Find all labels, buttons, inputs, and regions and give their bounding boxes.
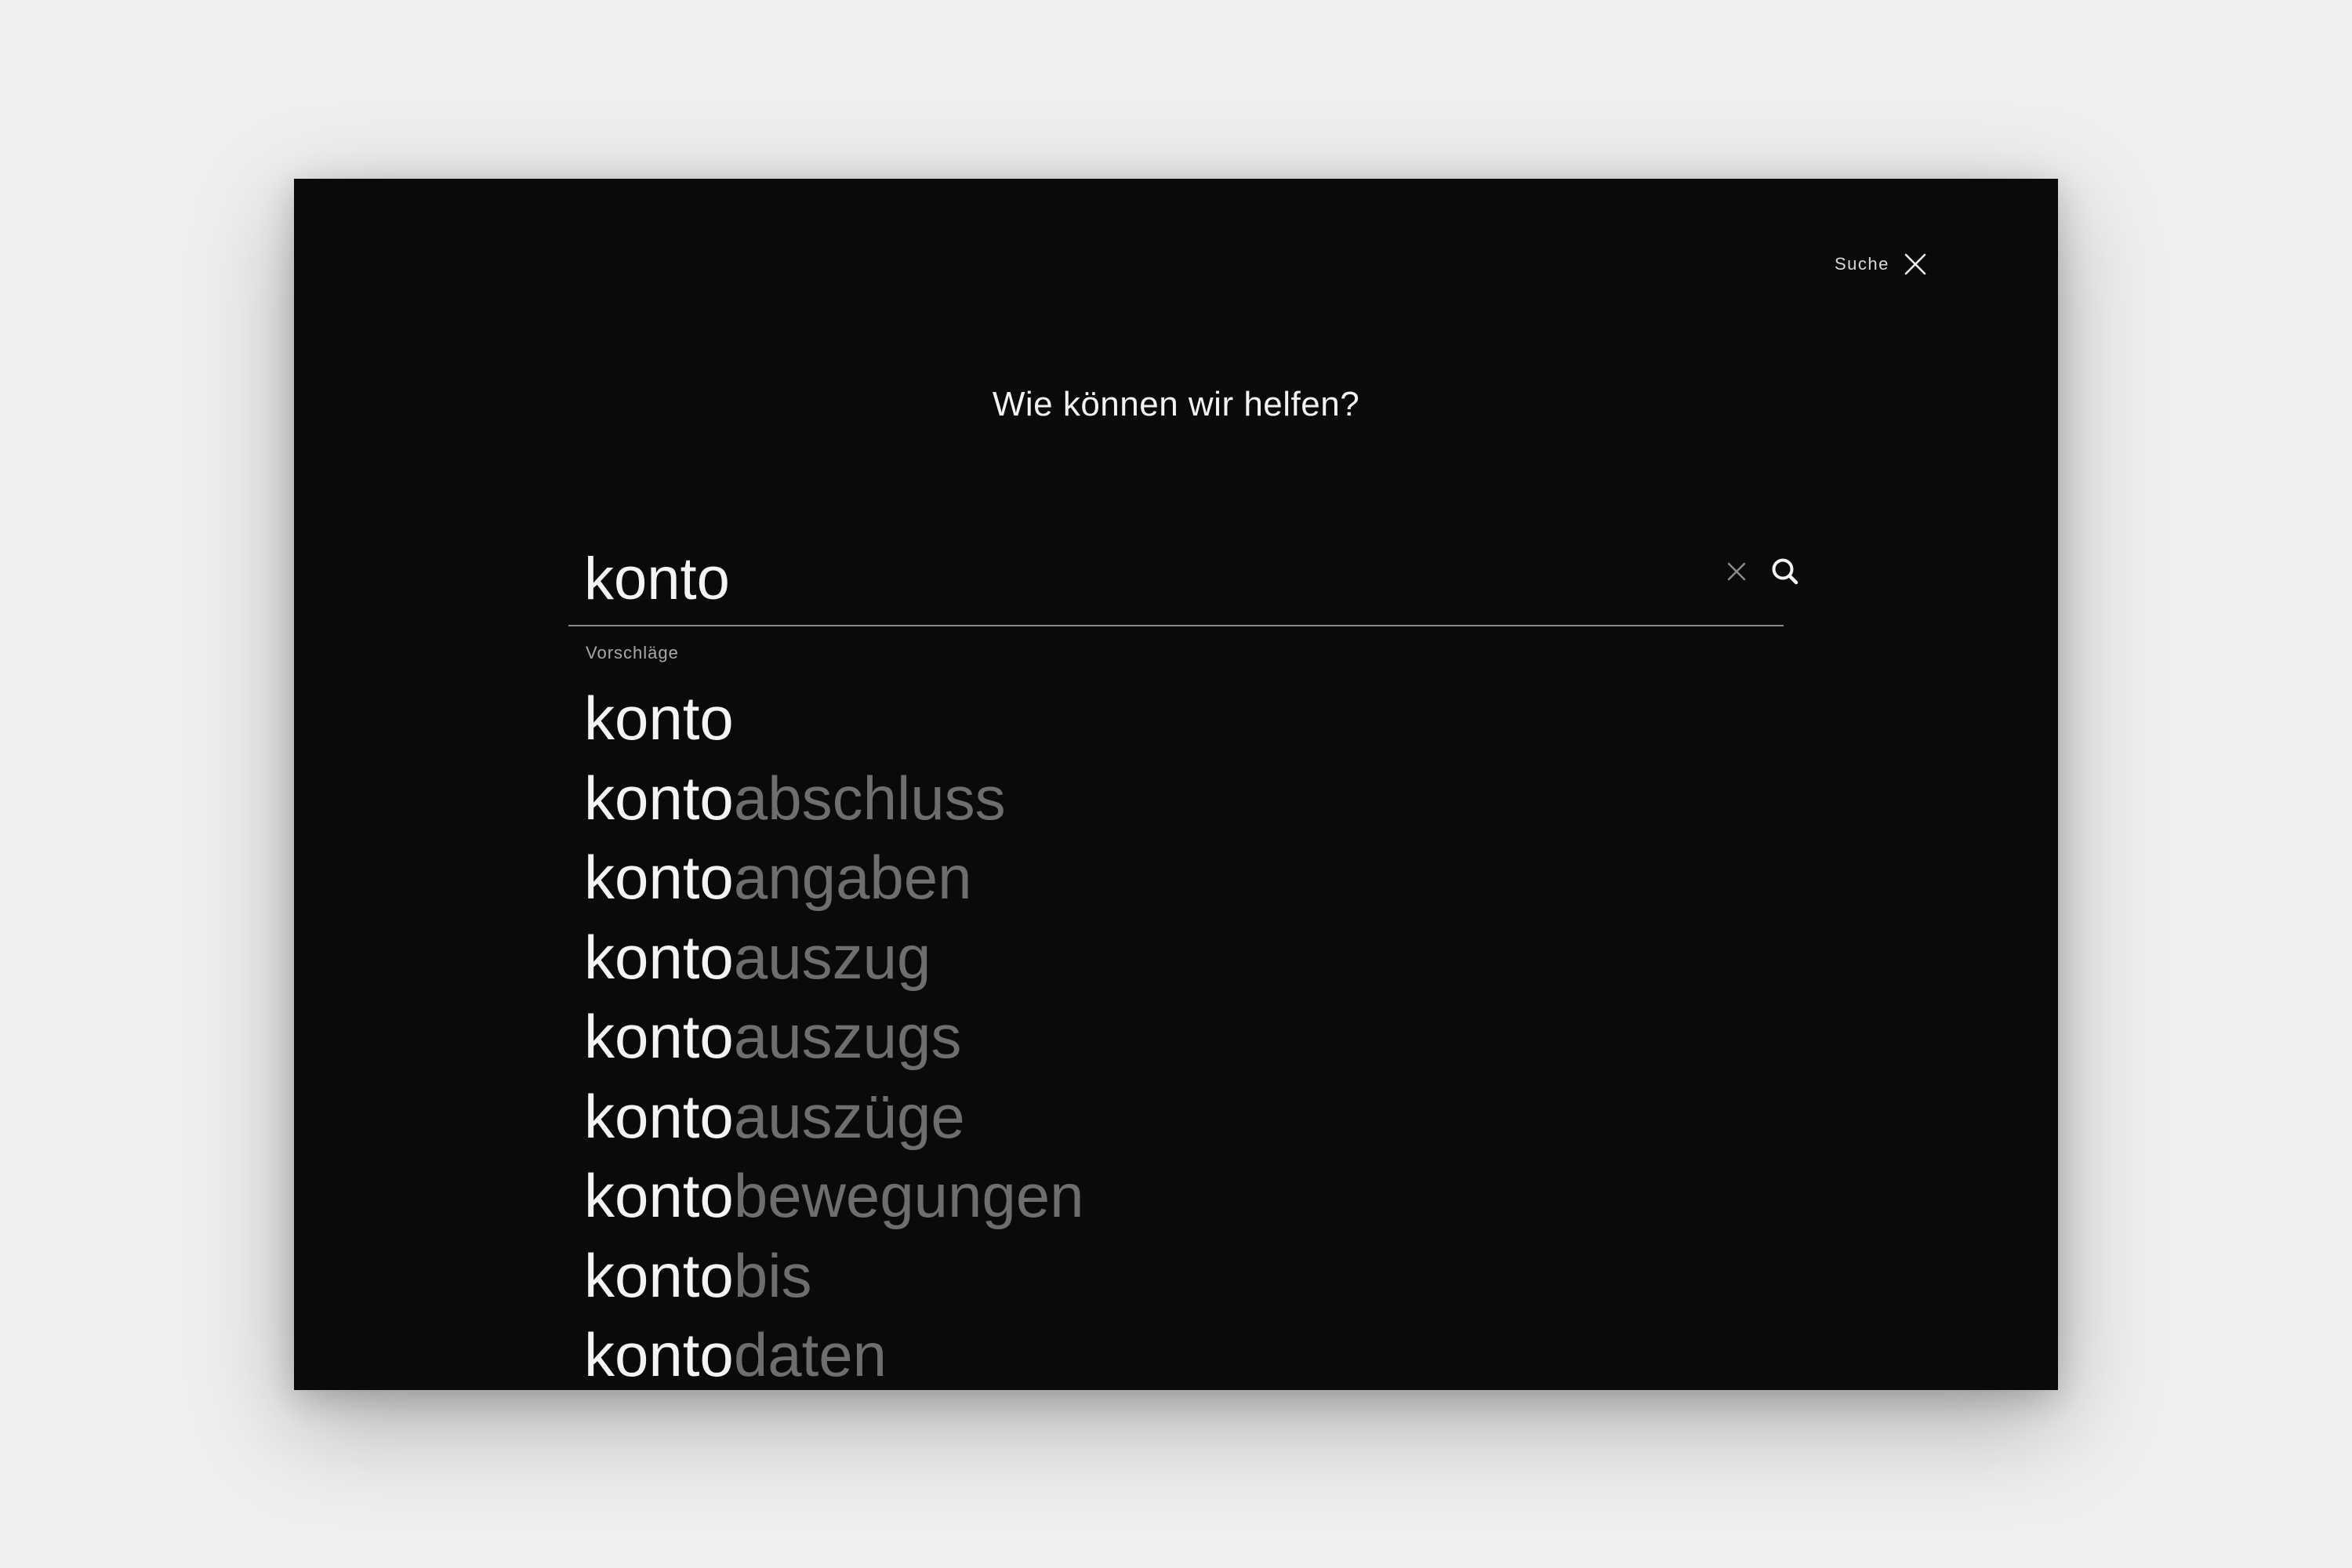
suggestion-item[interactable]: kontoabschluss xyxy=(584,759,1084,839)
page-title: Wie können wir helfen? xyxy=(992,385,1360,423)
clear-search-button[interactable] xyxy=(1721,556,1752,587)
suggestion-completion-text: bewegungen xyxy=(733,1161,1084,1230)
search-submit-button[interactable] xyxy=(1766,553,1804,590)
suggestion-item[interactable]: kontobis xyxy=(584,1236,1084,1316)
suggestion-completion-text: abschluss xyxy=(733,763,1006,833)
suggestion-completion-text: auszug xyxy=(733,922,931,992)
suggestion-item[interactable]: kontoauszugs xyxy=(584,997,1084,1077)
search-icon xyxy=(1772,558,1798,585)
suggestion-typed-text: konto xyxy=(584,1002,734,1071)
suggestion-completion-text: auszugs xyxy=(733,1002,962,1071)
suggestion-typed-text: konto xyxy=(584,1081,734,1151)
suggestion-item[interactable]: kontobewegungen xyxy=(584,1156,1084,1236)
suggestion-completion-text: bis xyxy=(733,1240,812,1310)
suggestions-list: konto kontoabschluss kontoangaben kontoa… xyxy=(584,679,1084,1390)
suggestion-completion-text: auszüge xyxy=(733,1081,965,1151)
search-overlay: Suche Wie können wir helfen? Vorschläge … xyxy=(294,179,2058,1390)
suggestion-item[interactable]: kontoauszug xyxy=(584,918,1084,998)
suggestion-typed-text: konto xyxy=(584,843,734,912)
suggestion-typed-text: konto xyxy=(584,922,734,992)
suggestion-item[interactable]: kontoangaben xyxy=(584,838,1084,918)
suggestion-item[interactable]: kontoauszüge xyxy=(584,1077,1084,1157)
suggestion-completion-text: angaben xyxy=(733,843,972,912)
suggestions-heading: Vorschläge xyxy=(586,643,679,662)
close-icon[interactable] xyxy=(1904,252,1927,276)
clear-icon xyxy=(1727,562,1746,581)
search-input[interactable] xyxy=(584,540,1682,619)
close-search-label: Suche xyxy=(1835,254,1889,274)
suggestion-item[interactable]: kontodaten xyxy=(584,1316,1084,1390)
close-search-button[interactable]: Suche xyxy=(1835,252,1927,276)
suggestion-typed-text: konto xyxy=(584,1320,734,1389)
suggestion-typed-text: konto xyxy=(584,1240,734,1310)
search-bar xyxy=(568,520,1798,626)
suggestion-typed-text: konto xyxy=(584,1161,734,1230)
suggestion-item[interactable]: konto xyxy=(584,679,1084,759)
suggestion-typed-text: konto xyxy=(584,763,734,833)
suggestion-typed-text: konto xyxy=(584,684,734,753)
suggestion-completion-text: daten xyxy=(733,1320,887,1389)
